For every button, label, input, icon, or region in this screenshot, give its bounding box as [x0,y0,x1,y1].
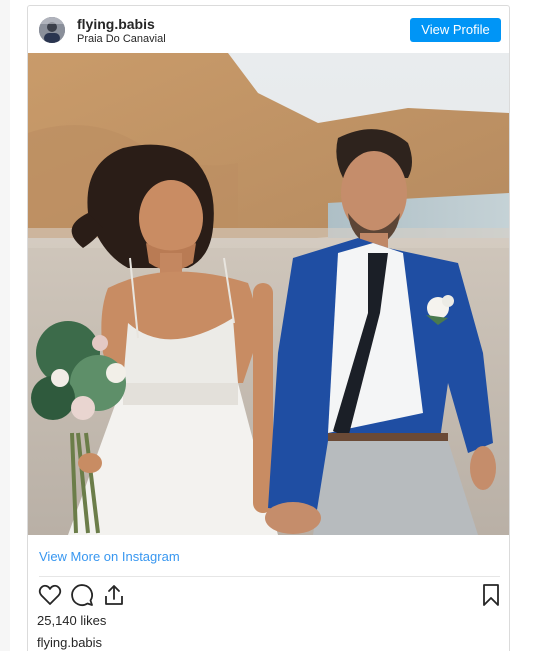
share-icon[interactable] [101,582,127,608]
username[interactable]: flying.babis [77,16,155,32]
divider [39,576,500,577]
bookmark-icon[interactable] [478,582,504,608]
caption-username[interactable]: flying.babis [37,635,102,651]
instagram-embed: flying.babis Praia Do Canavial View Prof… [27,5,510,651]
page: flying.babis Praia Do Canavial View Prof… [0,0,537,651]
avatar[interactable] [39,17,65,43]
left-gutter [0,0,10,651]
view-more-on-instagram-link[interactable]: View More on Instagram [39,549,180,565]
view-profile-button[interactable]: View Profile [410,18,501,42]
heart-icon[interactable] [37,582,63,608]
likes-count[interactable]: 25,140 likes [37,613,106,629]
action-bar [28,582,509,610]
location-link[interactable]: Praia Do Canavial [77,33,166,46]
comment-icon[interactable] [69,582,95,608]
post-photo[interactable] [28,53,509,535]
post-header: flying.babis Praia Do Canavial View Prof… [28,6,509,53]
